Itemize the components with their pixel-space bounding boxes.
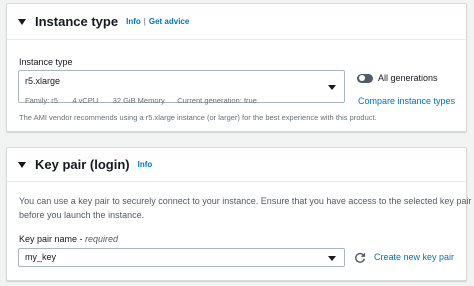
key-pair-selected-value: my_key <box>25 252 57 262</box>
key-pair-field-label: Key pair name - required <box>19 234 118 244</box>
key-pair-label-text: Key pair name - <box>19 234 86 244</box>
detail-generation: Current generation: true <box>177 96 257 105</box>
key-pair-select[interactable]: my_key <box>18 248 345 267</box>
create-new-key-pair-link[interactable]: Create new key pair <box>374 252 454 262</box>
key-pair-info-link[interactable]: Info <box>138 160 153 169</box>
key-pair-description-line1: You can use a key pair to securely conne… <box>19 196 472 206</box>
instance-type-panel: Instance type Info | Get advice Instance… <box>6 3 467 132</box>
detail-family: Family: r5 <box>25 96 58 105</box>
key-pair-title: Key pair (login) <box>35 157 130 172</box>
instance-type-header: Instance type Info | Get advice <box>7 4 466 40</box>
all-generations-toggle[interactable]: All generations <box>357 73 438 83</box>
instance-type-details: Family: r5 4 vCPU 32 GiB Memory Current … <box>25 90 257 108</box>
refresh-icon[interactable] <box>354 251 366 263</box>
get-advice-link[interactable]: Get advice <box>149 17 189 26</box>
key-pair-header: Key pair (login) Info <box>7 148 466 182</box>
key-pair-description-line2: before you launch the instance. <box>19 210 145 220</box>
key-pair-panel: Key pair (login) Info You can use a key … <box>6 147 471 281</box>
all-generations-label: All generations <box>378 73 438 83</box>
detail-memory: 32 GiB Memory <box>112 96 165 105</box>
compare-instance-types-link[interactable]: Compare instance types <box>358 96 455 106</box>
instance-type-info-link[interactable]: Info <box>126 17 141 26</box>
required-marker: required <box>85 234 119 244</box>
instance-type-field-label: Instance type <box>19 57 73 67</box>
toggle-switch-icon[interactable] <box>357 73 373 83</box>
link-separator: | <box>143 17 146 26</box>
collapse-caret-icon[interactable] <box>18 161 26 168</box>
detail-vcpu: 4 vCPU <box>72 96 99 105</box>
instance-type-select[interactable]: r5.xlarge Family: r5 4 vCPU 32 GiB Memor… <box>18 70 345 105</box>
chevron-down-icon <box>328 85 336 90</box>
collapse-caret-icon[interactable] <box>18 18 26 25</box>
instance-type-selected-value: r5.xlarge <box>25 76 61 86</box>
instance-type-title: Instance type <box>35 14 119 29</box>
chevron-down-icon <box>328 256 336 261</box>
ami-recommendation-text: The AMI vendor recommends using a r5.xla… <box>19 113 377 122</box>
